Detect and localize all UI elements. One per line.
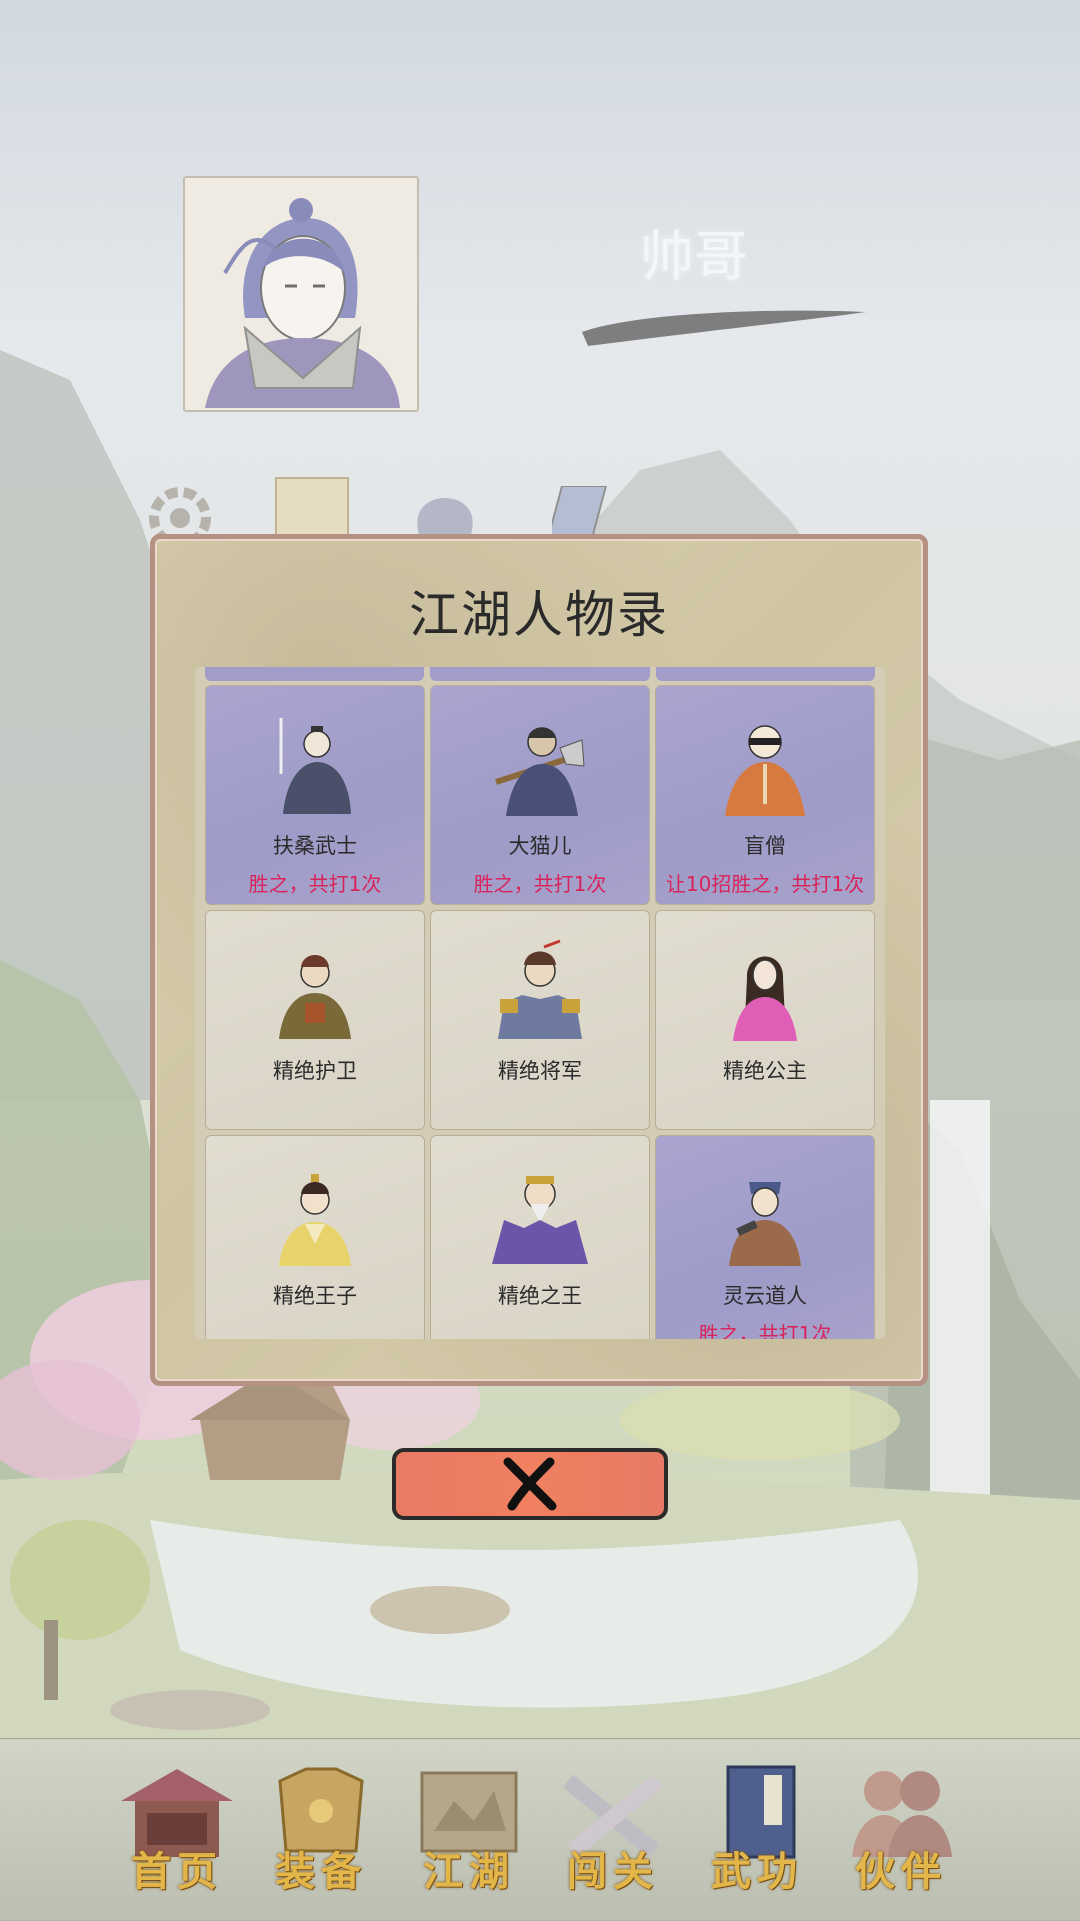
character-card[interactable]: 精绝王子 <box>205 1135 425 1339</box>
character-name: 盲僧 <box>744 834 786 858</box>
nav-label: 闯关 <box>567 1848 659 1895</box>
character-card[interactable]: 精绝护卫 <box>205 910 425 1130</box>
character-name: 大猫儿 <box>508 834 572 858</box>
nav-label: 伙伴 <box>855 1848 947 1895</box>
close-x-icon <box>503 1457 557 1511</box>
dialog-title: 江湖人物录 <box>409 586 669 644</box>
battle-record: 胜之，共打1次 <box>473 872 607 896</box>
nav-label: 装备 <box>275 1848 367 1895</box>
nav-jianghu[interactable]: 江湖 <box>404 1761 534 1901</box>
battle-record: 胜之，共打1次 <box>248 872 382 896</box>
princess-portrait-icon <box>733 956 797 1041</box>
character-name: 灵云道人 <box>723 1284 807 1308</box>
prince-portrait-icon <box>279 1174 351 1266</box>
nav-challenge[interactable]: 闯关 <box>548 1761 678 1901</box>
character-card[interactable]: 精绝将军 <box>430 910 650 1130</box>
battle-record: 胜之，共打1次 <box>698 1322 832 1339</box>
character-name: 精绝王子 <box>273 1284 357 1308</box>
battle-record: 让10招胜之，共打1次 <box>665 872 865 896</box>
nav-label: 武功 <box>711 1848 803 1895</box>
character-name: 精绝护卫 <box>273 1059 357 1083</box>
character-grid-scroll[interactable]: 扶桑武士 胜之，共打1次 大猫儿 胜之，共打1次 盲僧 让10招胜之，共打1次 … <box>195 667 885 1339</box>
guard-portrait-icon <box>279 955 351 1039</box>
character-card[interactable]: 灵云道人 胜之，共打1次 <box>655 1135 875 1339</box>
previous-row-edge <box>205 667 875 681</box>
character-card[interactable]: 精绝之王 <box>430 1135 650 1339</box>
character-card[interactable]: 精绝公主 <box>655 910 875 1130</box>
character-name: 精绝之王 <box>498 1284 582 1308</box>
character-name: 精绝将军 <box>498 1059 582 1083</box>
character-name: 精绝公主 <box>723 1059 807 1083</box>
bottom-navigation: 首页 装备 江湖 闯关 武功 伙伴 <box>0 1738 1080 1921</box>
nav-label: 江湖 <box>423 1848 515 1895</box>
samurai-portrait-icon <box>279 718 351 814</box>
nav-home[interactable]: 首页 <box>112 1761 242 1901</box>
blind-monk-portrait-icon <box>725 725 805 816</box>
taoist-portrait-icon <box>729 1182 801 1266</box>
general-portrait-icon <box>498 939 582 1039</box>
character-card[interactable]: 大猫儿 胜之，共打1次 <box>430 685 650 905</box>
character-record-dialog: 江湖人物录 扶桑武士 胜之，共打1次 大猫儿 胜之，共打1次 盲僧 让10招胜之… <box>150 534 928 1386</box>
nav-label: 首页 <box>131 1848 223 1895</box>
nav-martial-arts[interactable]: 武功 <box>692 1761 822 1901</box>
character-name: 扶桑武士 <box>273 834 357 858</box>
character-card[interactable]: 扶桑武士 胜之，共打1次 <box>205 685 425 905</box>
character-card[interactable]: 盲僧 让10招胜之，共打1次 <box>655 685 875 905</box>
king-portrait-icon <box>492 1176 588 1264</box>
character-grid: 扶桑武士 胜之，共打1次 大猫儿 胜之，共打1次 盲僧 让10招胜之，共打1次 … <box>205 685 875 1339</box>
axe-man-portrait-icon <box>495 727 585 816</box>
close-dialog-button[interactable] <box>392 1448 668 1520</box>
nav-equipment[interactable]: 装备 <box>256 1761 386 1901</box>
nav-companions[interactable]: 伙伴 <box>836 1761 966 1901</box>
